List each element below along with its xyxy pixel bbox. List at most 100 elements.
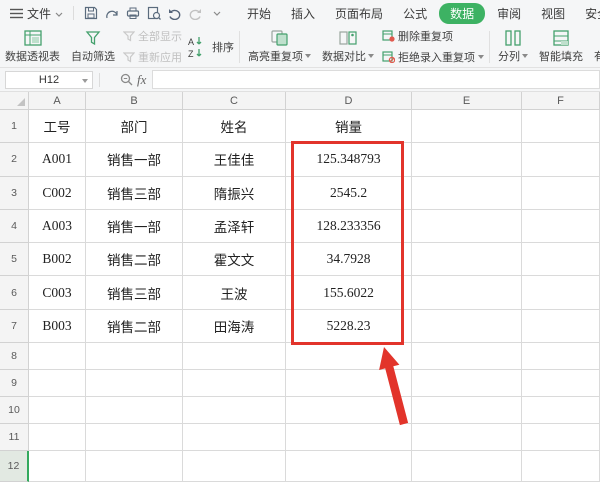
col-header-b[interactable]: B	[86, 92, 183, 110]
cell-b5[interactable]: 销售二部	[86, 243, 183, 276]
cell[interactable]	[86, 424, 183, 451]
cell-b6[interactable]: 销售三部	[86, 276, 183, 309]
cell[interactable]	[522, 397, 600, 424]
cell[interactable]	[86, 370, 183, 397]
reapply-button[interactable]: 重新应用	[123, 49, 182, 65]
cell[interactable]	[412, 210, 522, 243]
cell[interactable]	[522, 177, 600, 210]
cell-b7[interactable]: 销售二部	[86, 310, 183, 343]
cell[interactable]	[286, 343, 412, 370]
cell[interactable]	[412, 397, 522, 424]
row-header-11[interactable]: 11	[0, 424, 29, 451]
cell[interactable]	[522, 310, 600, 343]
delete-duplicates-button[interactable]: 删除重复项	[382, 28, 484, 44]
tab-data[interactable]: 数据	[439, 3, 485, 24]
cell[interactable]	[522, 370, 600, 397]
name-box[interactable]: H12	[5, 71, 93, 89]
cell[interactable]	[412, 143, 522, 176]
cell[interactable]	[522, 343, 600, 370]
cell-b4[interactable]: 销售一部	[86, 210, 183, 243]
cell-c6[interactable]: 王波	[183, 276, 286, 309]
formula-input[interactable]	[152, 70, 600, 89]
tab-security[interactable]: 安全	[575, 3, 600, 24]
row-header-10[interactable]: 10	[0, 397, 29, 424]
more-commands-caret-icon[interactable]	[208, 6, 225, 21]
cell[interactable]	[286, 370, 412, 397]
cell-c4[interactable]: 孟泽轩	[183, 210, 286, 243]
sort-button[interactable]: AZ 排序	[187, 35, 234, 59]
cell-c1[interactable]: 姓名	[183, 110, 286, 143]
cell[interactable]	[183, 370, 286, 397]
redo-button[interactable]	[187, 6, 204, 21]
cell-a5[interactable]: B002	[29, 243, 86, 276]
smart-fill-button[interactable]: 智能填充	[536, 29, 586, 65]
cell-c3[interactable]: 隋振兴	[183, 177, 286, 210]
save-button[interactable]	[82, 6, 99, 21]
cell[interactable]	[86, 451, 183, 482]
reject-duplicate-entry-button[interactable]: 拒绝录入重复项	[382, 49, 484, 65]
cell[interactable]	[286, 451, 412, 482]
cell[interactable]	[412, 451, 522, 482]
tab-view[interactable]: 视图	[531, 3, 575, 24]
col-header-a[interactable]: A	[29, 92, 86, 110]
col-header-f[interactable]: F	[522, 92, 600, 110]
cell[interactable]	[183, 424, 286, 451]
tab-home[interactable]: 开始	[237, 3, 281, 24]
cell[interactable]	[522, 143, 600, 176]
col-header-d[interactable]: D	[286, 92, 412, 110]
cell[interactable]	[522, 451, 600, 482]
auto-filter-button[interactable]: 自动筛选	[68, 29, 118, 65]
row-header-12-active[interactable]: 12	[0, 451, 29, 482]
cell-c5[interactable]: 霍文文	[183, 243, 286, 276]
cell-c2[interactable]: 王佳佳	[183, 143, 286, 176]
cell[interactable]	[183, 343, 286, 370]
cell-a7[interactable]: B003	[29, 310, 86, 343]
cell[interactable]	[286, 424, 412, 451]
col-header-c[interactable]: C	[183, 92, 286, 110]
cell[interactable]	[29, 370, 86, 397]
text-to-columns-button[interactable]: 分列	[495, 29, 531, 65]
row-header-7[interactable]: 7	[0, 310, 29, 343]
cell[interactable]	[183, 397, 286, 424]
cell[interactable]	[29, 451, 86, 482]
show-all-button[interactable]: 全部显示	[123, 28, 182, 44]
row-header-6[interactable]: 6	[0, 276, 29, 309]
export-pdf-button[interactable]	[103, 6, 120, 21]
undo-button[interactable]	[166, 6, 183, 21]
print-preview-button[interactable]	[145, 6, 162, 21]
cell[interactable]	[86, 343, 183, 370]
cell[interactable]	[522, 276, 600, 309]
cell[interactable]	[522, 210, 600, 243]
cell[interactable]	[286, 397, 412, 424]
cell[interactable]	[29, 397, 86, 424]
cell-a6[interactable]: C003	[29, 276, 86, 309]
cell[interactable]	[412, 276, 522, 309]
row-header-4[interactable]: 4	[0, 210, 29, 243]
row-header-5[interactable]: 5	[0, 243, 29, 276]
cell[interactable]	[522, 424, 600, 451]
cell[interactable]	[29, 343, 86, 370]
cell[interactable]	[29, 424, 86, 451]
cell-a1[interactable]: 工号	[29, 110, 86, 143]
file-menu-button[interactable]: 文件	[6, 3, 67, 24]
print-button[interactable]	[124, 6, 141, 21]
tab-insert[interactable]: 插入	[281, 3, 325, 24]
cell-b2[interactable]: 销售一部	[86, 143, 183, 176]
cell[interactable]	[412, 310, 522, 343]
row-header-8[interactable]: 8	[0, 343, 29, 370]
row-header-3[interactable]: 3	[0, 177, 29, 210]
cell[interactable]	[522, 110, 600, 143]
cell-a3[interactable]: C002	[29, 177, 86, 210]
insert-function-fx[interactable]: fx	[137, 72, 146, 88]
cell[interactable]	[183, 451, 286, 482]
select-all-corner[interactable]	[0, 92, 29, 110]
tab-page-layout[interactable]: 页面布局	[325, 3, 393, 24]
cell-b1[interactable]: 部门	[86, 110, 183, 143]
cell[interactable]	[412, 343, 522, 370]
row-header-9[interactable]: 9	[0, 370, 29, 397]
row-header-2[interactable]: 2	[0, 143, 29, 176]
cell[interactable]	[522, 243, 600, 276]
row-header-1[interactable]: 1	[0, 110, 29, 143]
tab-review[interactable]: 审阅	[487, 3, 531, 24]
cell[interactable]	[412, 370, 522, 397]
